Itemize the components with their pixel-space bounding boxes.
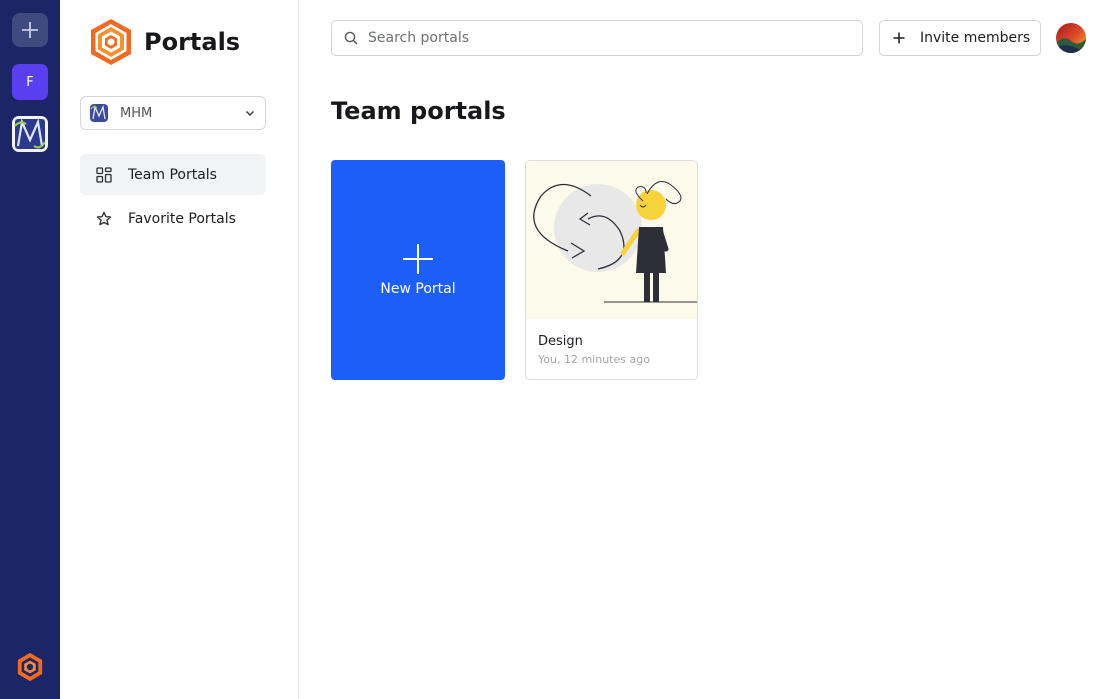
- workspace-mhm-logo: [12, 116, 48, 152]
- workspace-f-initial: F: [26, 74, 34, 90]
- nav-team-portals[interactable]: Team Portals: [80, 154, 266, 195]
- sidebar: Portals MHM Team Portals Favorite Portal…: [60, 0, 299, 699]
- workspace-mhm-button[interactable]: [12, 116, 48, 152]
- workspace-f-button[interactable]: F: [12, 64, 48, 100]
- workspace-select[interactable]: MHM: [80, 96, 266, 130]
- brand-title: Portals: [144, 28, 241, 56]
- star-icon: [96, 211, 112, 225]
- plus-icon: [403, 244, 433, 274]
- brand: Portals: [86, 17, 240, 67]
- user-avatar[interactable]: [1056, 23, 1086, 53]
- add-workspace-button[interactable]: [12, 13, 48, 47]
- search-icon: [344, 31, 358, 45]
- workspace-rail: F: [0, 0, 60, 699]
- design-illustration: [526, 161, 697, 319]
- search-input[interactable]: [368, 30, 848, 46]
- portals-logo-button[interactable]: [14, 651, 46, 683]
- new-portal-button[interactable]: New Portal: [331, 160, 505, 380]
- nav-favorite-portals-label: Favorite Portals: [128, 210, 236, 227]
- portals-brand-icon: [91, 19, 131, 65]
- portal-card[interactable]: Design You, 12 minutes ago: [525, 160, 698, 380]
- invite-members-button[interactable]: Invite members: [879, 20, 1041, 56]
- chevron-down-icon: [245, 110, 255, 117]
- workspace-name: MHM: [120, 105, 153, 121]
- plus-icon: [22, 22, 38, 38]
- portals-logo-icon: [17, 652, 43, 682]
- new-portal-label: New Portal: [380, 281, 456, 297]
- portal-meta: You, 12 minutes ago: [538, 353, 650, 366]
- plus-icon: [893, 32, 905, 44]
- portal-thumbnail: [526, 161, 697, 319]
- workspace-avatar: [90, 104, 108, 122]
- page-title: Team portals: [331, 97, 506, 125]
- grid-icon: [96, 166, 112, 183]
- search-box: [331, 20, 863, 56]
- nav-favorite-portals[interactable]: Favorite Portals: [80, 198, 266, 239]
- invite-members-label: Invite members: [920, 30, 1031, 46]
- nav-team-portals-label: Team Portals: [128, 166, 217, 183]
- portal-name: Design: [538, 334, 583, 349]
